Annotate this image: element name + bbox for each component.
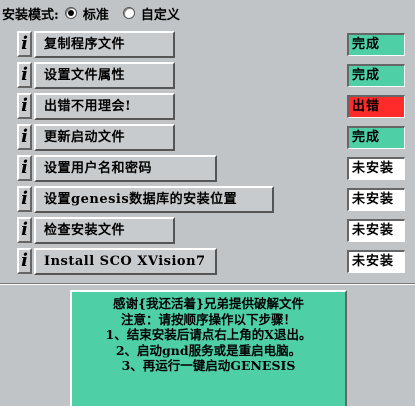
status-badge: 未安装 <box>347 250 405 273</box>
radio-custom[interactable]: 自定义 <box>122 4 180 23</box>
install-mode-label: 安装模式: <box>2 7 59 23</box>
status-badge: 完成 <box>347 126 405 149</box>
status-badge: 出错 <box>347 95 405 118</box>
info-icon[interactable]: i <box>17 31 32 57</box>
instruction-step-1: 1、结束安装后请点右上角的X退出。 <box>105 327 312 342</box>
info-icon[interactable]: i <box>17 217 32 243</box>
step-row-ignore-error: i 出错不用理会! 出错 <box>0 92 415 120</box>
step-button-db-location[interactable]: 设置genesis数据库的安装位置 <box>34 186 274 213</box>
step-row-check-files: i 检查安装文件 未安装 <box>0 216 415 244</box>
step-button-ignore-error[interactable]: 出错不用理会! <box>34 93 175 120</box>
status-badge: 未安装 <box>347 157 405 180</box>
step-button-install-xvision[interactable]: Install SCO XVision7 <box>34 248 217 275</box>
info-icon[interactable]: i <box>17 155 32 181</box>
radio-unselected-icon[interactable] <box>122 7 135 19</box>
instruction-step-3: 3、再运行一键启动GENESIS <box>121 358 296 373</box>
install-mode-row: 安装模式: 标准 自定义 <box>0 0 415 26</box>
step-button-copy-files[interactable]: 复制程序文件 <box>34 31 175 58</box>
info-icon[interactable]: i <box>17 124 32 150</box>
step-button-file-attributes[interactable]: 设置文件属性 <box>34 62 175 89</box>
instructions-panel: 感谢{我还活着}兄弟提供破解文件 注意：请按顺序操作以下步骤！ 1、结束安装后请… <box>70 290 347 406</box>
instruction-step-2: 2、启动gnd服务或是重启电脑。 <box>115 342 302 358</box>
step-row-update-startup: i 更新启动文件 完成 <box>0 123 415 151</box>
info-icon[interactable]: i <box>17 93 32 119</box>
step-row-user-password: i 设置用户名和密码 未安装 <box>0 154 415 182</box>
info-icon[interactable]: i <box>17 248 32 274</box>
radio-standard[interactable]: 标准 <box>64 4 109 23</box>
status-badge: 完成 <box>347 33 405 56</box>
step-button-update-startup[interactable]: 更新启动文件 <box>34 124 175 151</box>
step-row-file-attributes: i 设置文件属性 完成 <box>0 61 415 89</box>
step-row-install-xvision: i Install SCO XVision7 未安装 <box>0 247 415 275</box>
radio-standard-label: 标准 <box>82 7 109 23</box>
info-icon[interactable]: i <box>17 62 32 88</box>
status-badge: 未安装 <box>347 219 405 242</box>
status-badge: 未安装 <box>347 188 405 211</box>
step-button-user-password[interactable]: 设置用户名和密码 <box>34 155 217 182</box>
step-row-copy-files: i 复制程序文件 完成 <box>0 30 415 58</box>
step-button-check-files[interactable]: 检查安装文件 <box>34 217 175 244</box>
step-row-db-location: i 设置genesis数据库的安装位置 未安装 <box>0 185 415 213</box>
radio-selected-icon[interactable] <box>64 7 77 19</box>
thanks-line: 感谢{我还活着}兄弟提供破解文件 <box>112 296 305 311</box>
radio-custom-label: 自定义 <box>140 7 180 23</box>
info-icon[interactable]: i <box>17 186 32 212</box>
divider <box>0 283 415 285</box>
notice-line: 注意：请按顺序操作以下步骤！ <box>120 311 296 327</box>
status-badge: 完成 <box>347 64 405 87</box>
